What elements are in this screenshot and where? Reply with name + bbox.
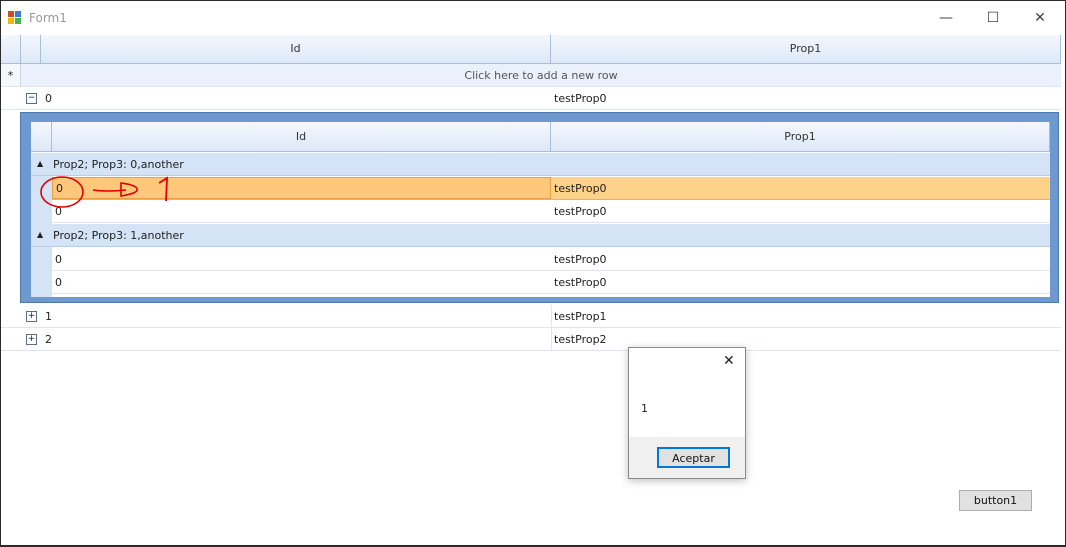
cell-prop1: testProp0 <box>554 253 607 266</box>
cell-prop1: testProp0 <box>554 276 607 289</box>
message-text: 1 <box>641 402 648 415</box>
minimize-button[interactable]: — <box>923 1 969 35</box>
new-row-marker: * <box>1 64 21 87</box>
table-row[interactable]: + 2 testProp2 <box>1 328 1061 351</box>
ok-button[interactable]: Aceptar <box>657 447 730 468</box>
group-label: Prop2; Prop3: 1,another <box>53 229 184 242</box>
group-collapse-icon[interactable]: ▲ <box>37 159 43 168</box>
maximize-button[interactable]: ☐ <box>970 1 1016 35</box>
group-row[interactable]: ▲ Prop2; Prop3: 0,another <box>31 153 1050 176</box>
cell-prop1: testProp0 <box>554 205 607 218</box>
table-row[interactable]: − 0 testProp0 <box>1 87 1061 110</box>
add-new-row[interactable]: Click here to add a new row <box>21 64 1061 87</box>
message-box: ✕ 1 Aceptar <box>628 347 746 479</box>
cell-id: 2 <box>45 333 52 346</box>
cell-prop1: testProp2 <box>554 333 607 346</box>
column-header-id[interactable]: Id <box>41 35 551 64</box>
cell-prop1: testProp0 <box>554 182 607 195</box>
form1-window: Form1 — ☐ ✕ Id Prop1 * Click here to add… <box>0 0 1066 547</box>
detail-row-header-corner <box>31 122 52 152</box>
expand-icon[interactable]: + <box>26 311 37 322</box>
dialog-close-button[interactable]: ✕ <box>723 353 735 369</box>
annotation-number <box>158 176 168 202</box>
table-row[interactable]: + 1 testProp1 <box>1 305 1061 328</box>
row-header-corner <box>1 35 21 64</box>
cell-prop1: testProp1 <box>554 310 607 323</box>
group-collapse-icon[interactable]: ▲ <box>37 230 43 239</box>
detail-column-header-id[interactable]: Id <box>52 122 551 152</box>
table-row[interactable]: 0 testProp0 <box>52 271 1050 294</box>
table-row[interactable]: 0 testProp0 <box>52 248 1050 271</box>
cell-id: 0 <box>45 92 52 105</box>
column-header-prop1[interactable]: Prop1 <box>551 35 1061 64</box>
button1[interactable]: button1 <box>959 490 1032 511</box>
annotation-circle <box>40 176 84 208</box>
cell-id: 1 <box>45 310 52 323</box>
group-row[interactable]: ▲ Prop2; Prop3: 1,another <box>31 224 1050 247</box>
cell-prop1: testProp0 <box>554 92 607 105</box>
detail-grid: Id Prop1 ▲ Prop2; Prop3: 0,another 0 tes… <box>31 122 1050 297</box>
title-bar: Form1 — ☐ ✕ <box>1 1 1065 35</box>
cell-id: 0 <box>55 253 62 266</box>
expand-icon[interactable]: + <box>26 334 37 345</box>
dialog-footer: Aceptar <box>629 437 745 478</box>
app-icon <box>8 11 21 24</box>
detail-column-header-prop1[interactable]: Prop1 <box>551 122 1050 152</box>
expand-column-header <box>21 35 41 64</box>
table-row-selected[interactable]: 0 testProp0 <box>52 177 1050 200</box>
table-row[interactable]: 0 testProp0 <box>52 200 1050 223</box>
cell-id: 0 <box>55 276 62 289</box>
column-divider <box>551 305 552 351</box>
group-indent <box>31 247 52 297</box>
window-title: Form1 <box>29 11 67 25</box>
red-annotation <box>40 176 168 208</box>
collapse-icon[interactable]: − <box>26 93 37 104</box>
close-button[interactable]: ✕ <box>1017 1 1063 35</box>
